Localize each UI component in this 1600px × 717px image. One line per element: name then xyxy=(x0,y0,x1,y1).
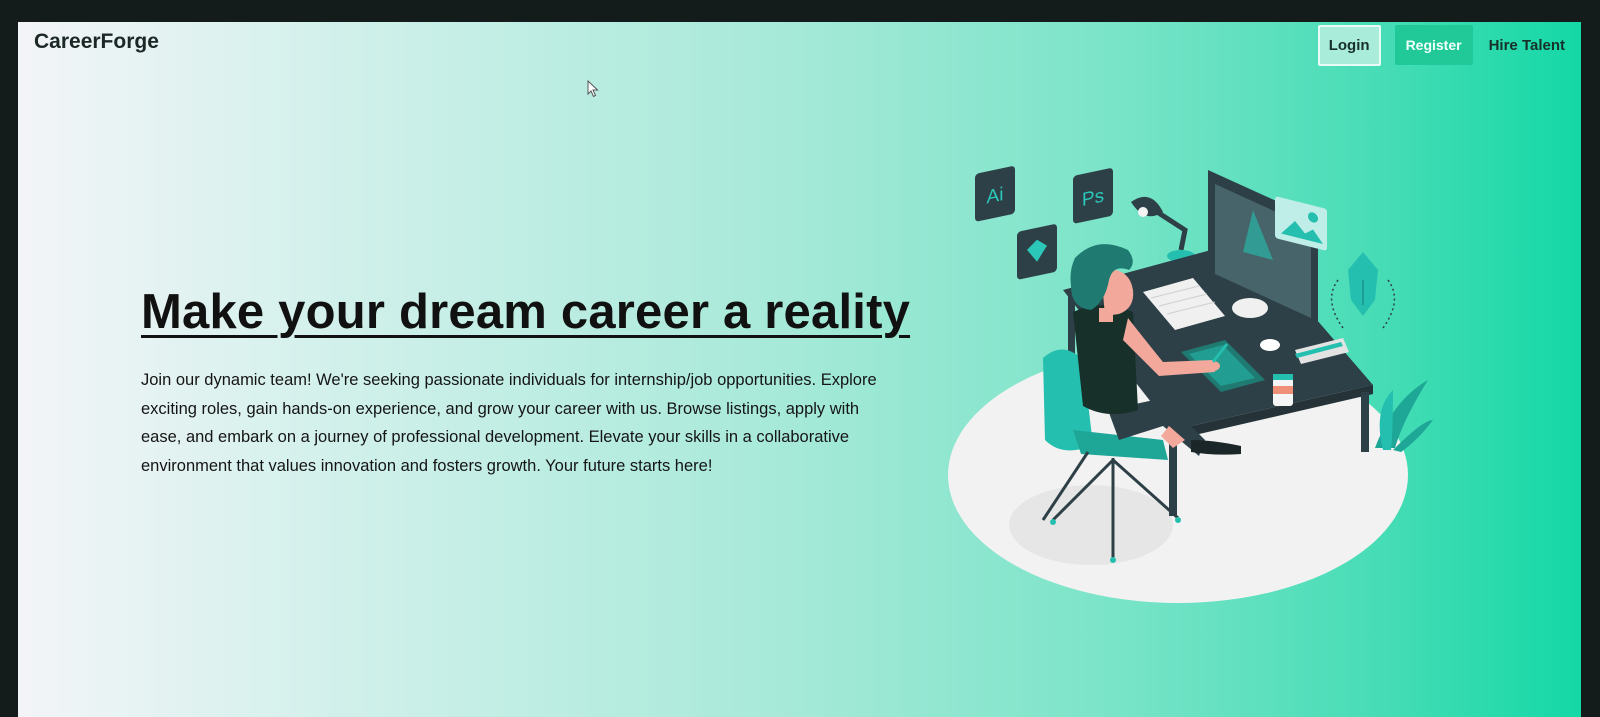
brand-logo[interactable]: CareerForge xyxy=(34,30,159,54)
pen-tool-icon xyxy=(1330,252,1396,329)
illustrator-badge-icon: Ai xyxy=(975,166,1015,222)
landing-page: CareerForge Login Register Hire Talent M… xyxy=(18,22,1581,717)
hero-description: Join our dynamic team! We're seeking pas… xyxy=(141,371,877,475)
hero-headline: Make your dream career a reality xyxy=(141,285,911,339)
hire-talent-link[interactable]: Hire Talent xyxy=(1487,29,1567,62)
designer-at-desk-illustration: Ai Ps xyxy=(948,166,1433,603)
plant-icon xyxy=(1375,380,1433,452)
desk-lamp-icon xyxy=(1131,196,1195,262)
top-nav: Login Register Hire Talent xyxy=(1317,22,1567,68)
photoshop-badge-icon: Ps xyxy=(1073,168,1113,224)
sketch-badge-icon xyxy=(1017,224,1057,280)
mouse-cursor-icon xyxy=(587,80,599,98)
login-button[interactable]: Login xyxy=(1317,24,1381,66)
register-button[interactable]: Register xyxy=(1394,25,1473,65)
svg-text:Ai: Ai xyxy=(987,184,1004,208)
